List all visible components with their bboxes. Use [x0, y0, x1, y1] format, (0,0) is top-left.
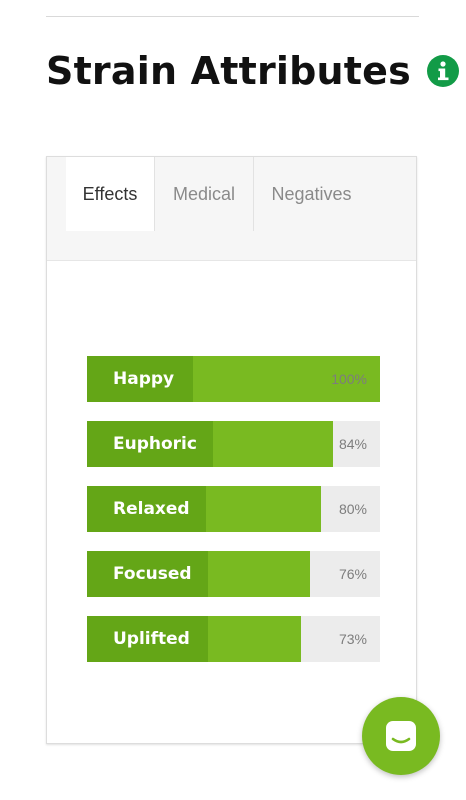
effect-label-block: Euphoric — [87, 421, 213, 467]
effect-bar-relaxed: Relaxed 80% — [87, 486, 380, 532]
effect-percent: 76% — [338, 566, 367, 582]
section-header: Strain Attributes — [46, 46, 459, 96]
effect-percent: 100% — [331, 371, 367, 387]
page: Strain Attributes Effects Medical Negati… — [0, 0, 466, 800]
info-icon[interactable] — [426, 55, 459, 87]
effect-percent: 84% — [338, 436, 367, 452]
section-title: Strain Attributes — [46, 49, 411, 93]
effect-percent: 80% — [338, 501, 367, 517]
effect-bar-happy: Happy 100% — [87, 356, 380, 402]
effect-label-block: Relaxed — [87, 486, 206, 532]
effect-label: Happy — [113, 369, 175, 389]
effect-percent: 73% — [338, 631, 367, 647]
info-icon-glyph — [437, 61, 449, 81]
effect-label: Relaxed — [113, 499, 190, 519]
top-divider — [46, 16, 419, 17]
effect-label-block: Uplifted — [87, 616, 208, 662]
tab-effects[interactable]: Effects — [66, 157, 154, 231]
effect-label-block: Focused — [87, 551, 208, 597]
chat-button[interactable] — [362, 697, 440, 775]
effect-label: Uplifted — [113, 629, 190, 649]
effects-bar-list: Happy 100% Euphoric 84% Relaxed 80% Focu… — [87, 356, 380, 681]
tab-negatives-label: Negatives — [271, 183, 352, 204]
effect-label-block: Happy — [87, 356, 193, 402]
tab-medical-label: Medical — [172, 183, 236, 204]
effect-label: Euphoric — [113, 434, 197, 454]
tab-medical[interactable]: Medical — [154, 157, 253, 231]
effect-bar-euphoric: Euphoric 84% — [87, 421, 380, 467]
tab-effects-label: Effects — [82, 183, 138, 204]
chat-icon — [386, 721, 416, 751]
effect-label: Focused — [113, 564, 192, 584]
attributes-card: Effects Medical Negatives Happy 100% Eup… — [46, 156, 417, 744]
tabs-bar: Effects Medical Negatives — [47, 157, 416, 261]
tab-negatives[interactable]: Negatives — [253, 157, 369, 231]
effect-bar-focused: Focused 76% — [87, 551, 380, 597]
effect-bar-uplifted: Uplifted 73% — [87, 616, 380, 662]
